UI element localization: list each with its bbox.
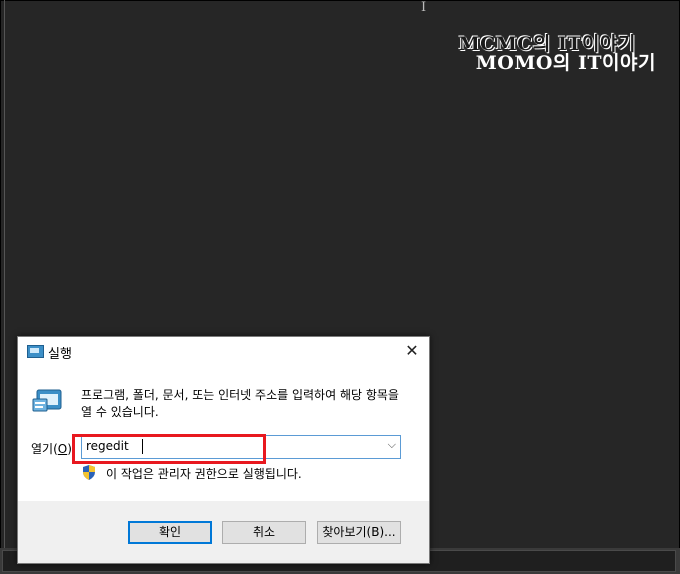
ok-button[interactable]: 확인 [128, 521, 212, 544]
text-cursor-icon: I [421, 0, 427, 15]
cancel-button[interactable]: 취소 [222, 521, 306, 544]
open-label-accelerator: O [57, 442, 68, 456]
run-dialog: 실행 ✕ 프로그램, 폴더, 문서, 또는 인터넷 주소를 입력하여 해당 항목… [17, 336, 430, 564]
admin-note: 이 작업은 관리자 권한으로 실행됩니다. [106, 467, 302, 481]
dialog-description: 프로그램, 폴더, 문서, 또는 인터넷 주소를 입력하여 해당 항목을 열 수… [81, 388, 399, 419]
dialog-footer: 확인 취소 찾아보기(B)... [18, 501, 429, 563]
browse-button[interactable]: 찾아보기(B)... [317, 521, 401, 544]
run-large-icon [32, 389, 62, 412]
watermark: MOMO의 IT이야기 [475, 52, 656, 74]
run-app-icon [27, 345, 44, 358]
close-button[interactable]: ✕ [401, 340, 423, 362]
window-edge-line [4, 0, 5, 548]
open-label: 열기(O): [31, 440, 76, 457]
open-label-prefix: 열기( [31, 442, 58, 456]
red-highlight-annotation [72, 434, 266, 464]
dialog-title: 실행 [48, 347, 72, 362]
shield-icon [83, 465, 95, 480]
dialog-titlebar[interactable]: 실행 ✕ [18, 337, 429, 365]
chevron-down-icon[interactable]: ⌵ [388, 438, 396, 452]
close-icon: ✕ [405, 341, 419, 360]
